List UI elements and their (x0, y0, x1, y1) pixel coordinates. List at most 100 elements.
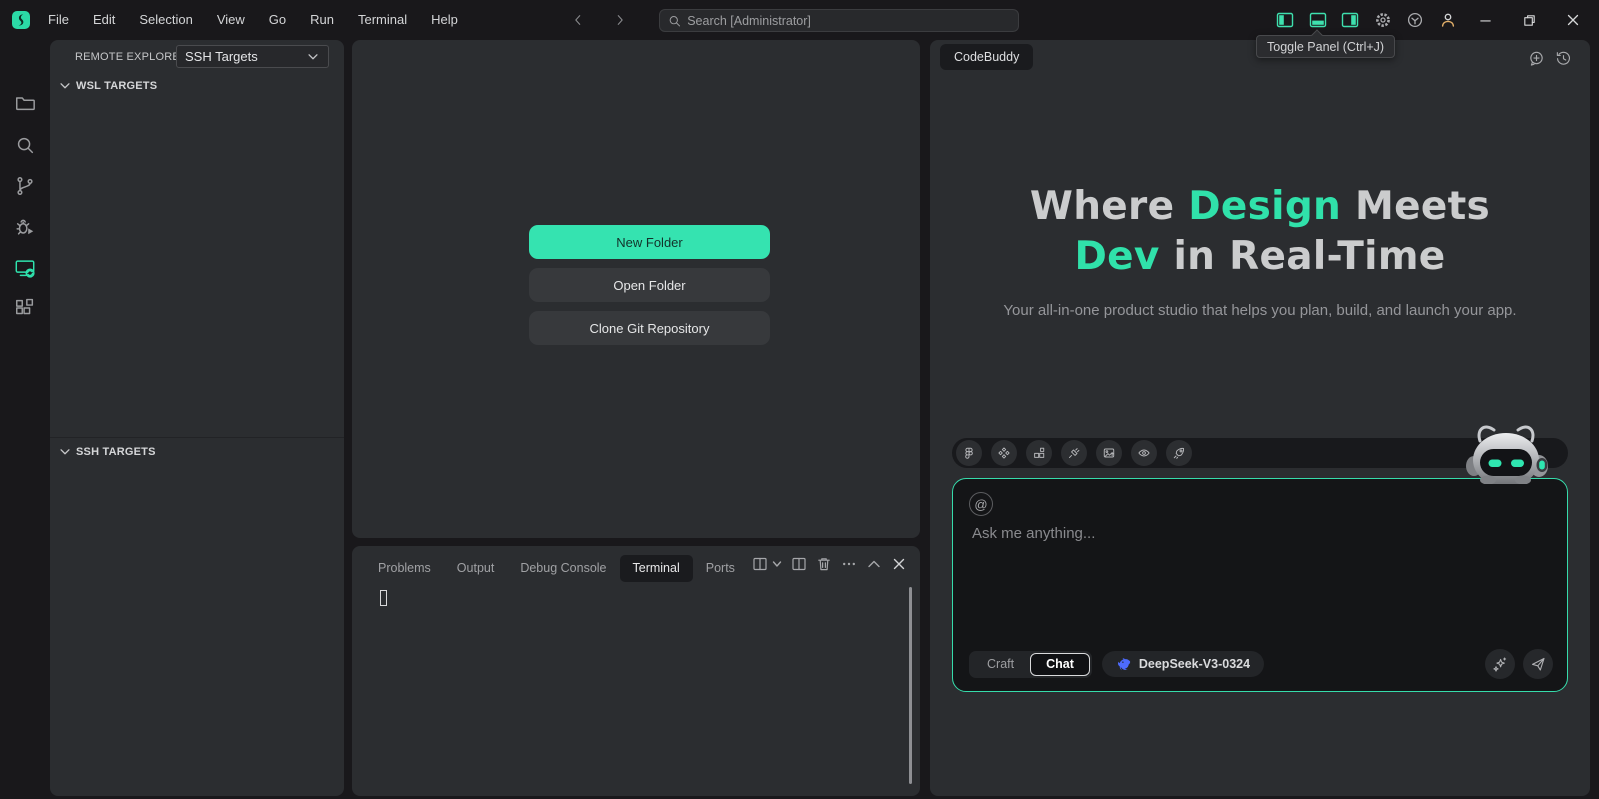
chevron-down-icon[interactable] (772, 559, 782, 569)
hero-subtitle: Your all-in-one product studio that help… (930, 302, 1590, 319)
heading-accent: Design (1188, 184, 1341, 229)
mention-at-button[interactable]: @ (969, 492, 993, 516)
menu-run[interactable]: Run (298, 0, 346, 40)
tab-debug-console[interactable]: Debug Console (507, 555, 619, 582)
section-label: SSH TARGETS (76, 446, 156, 458)
split-panel-icon[interactable] (791, 556, 807, 572)
command-center-search[interactable] (659, 9, 1019, 32)
hero: Where Design Meets Dev in Real-Time Your … (930, 182, 1590, 319)
source-control-icon[interactable] (14, 175, 36, 197)
open-folder-button[interactable]: Open Folder (529, 268, 770, 302)
chat-input[interactable] (972, 525, 1532, 542)
connector-icon[interactable] (1061, 440, 1087, 466)
remote-type-dropdown[interactable]: SSH Targets (176, 45, 329, 68)
mode-chat-button[interactable]: Chat (1030, 653, 1090, 676)
sidebar-title: REMOTE EXPLORER (75, 51, 188, 63)
menu-edit[interactable]: Edit (81, 0, 127, 40)
restore-icon[interactable] (1512, 0, 1546, 40)
history-icon[interactable] (1555, 50, 1572, 67)
minimize-icon[interactable] (1468, 0, 1502, 40)
deploy-rocket-icon[interactable] (1166, 440, 1192, 466)
search-input[interactable] (687, 14, 1010, 28)
close-panel-icon[interactable] (891, 556, 907, 572)
heading-text: in Real-Time (1160, 234, 1446, 279)
new-folder-button[interactable]: New Folder (529, 225, 770, 259)
mode-craft-button[interactable]: Craft (971, 653, 1030, 676)
titlebar: File Edit Selection View Go Run Terminal… (0, 0, 1599, 40)
components-icon[interactable] (991, 440, 1017, 466)
split-terminal-icon[interactable] (752, 556, 768, 572)
tab-ports[interactable]: Ports (693, 555, 748, 582)
codebuddy-header-actions (1528, 50, 1572, 67)
menu-terminal[interactable]: Terminal (346, 0, 419, 40)
close-window-icon[interactable] (1556, 0, 1590, 40)
codebuddy-panel: CodeBuddy Where Design Meets Dev in Real-… (930, 40, 1590, 796)
remote-explorer-icon[interactable] (14, 257, 36, 279)
chevron-down-icon (306, 50, 320, 64)
tooltip: Toggle Panel (Ctrl+J) (1256, 35, 1395, 58)
menu-selection[interactable]: Selection (127, 0, 204, 40)
kill-terminal-trash-icon[interactable] (816, 556, 832, 572)
search-sidebar-icon[interactable] (14, 134, 36, 156)
chat-input-card[interactable]: @ Craft Chat DeepSeek-V3-0324 (952, 478, 1568, 692)
menu-go[interactable]: Go (257, 0, 298, 40)
menu-view[interactable]: View (205, 0, 257, 40)
account-person-icon[interactable] (1439, 11, 1457, 29)
toggle-panel-icon[interactable] (1309, 11, 1327, 29)
navigate-forward-icon[interactable] (608, 8, 632, 32)
terminal-cursor (380, 590, 387, 606)
panel-tabs: Problems Output Debug Console Terminal P… (365, 555, 748, 582)
remote-explorer-sidebar: REMOTE EXPLORER SSH Targets WSL TARGETS … (50, 40, 344, 796)
section-wsl-targets[interactable]: WSL TARGETS (58, 76, 338, 96)
deepseek-icon (1116, 656, 1132, 672)
robot-mascot (1450, 422, 1562, 484)
more-actions-icon[interactable] (841, 556, 857, 572)
image-upload-icon[interactable] (1096, 440, 1122, 466)
editor-welcome-area: New Folder Open Folder Clone Git Reposit… (352, 40, 920, 538)
figma-icon[interactable] (956, 440, 982, 466)
toggle-sidebar-icon[interactable] (1276, 11, 1294, 29)
browser-shield-icon[interactable] (1406, 11, 1424, 29)
enhance-sparkles-button[interactable] (1485, 649, 1515, 679)
menu-file[interactable]: File (36, 0, 81, 40)
hero-heading: Where Design Meets Dev in Real-Time (930, 182, 1590, 282)
window-controls (1468, 0, 1599, 40)
navigate-back-icon[interactable] (566, 8, 590, 32)
tab-terminal[interactable]: Terminal (620, 555, 693, 582)
history-navigation (566, 0, 632, 40)
send-button[interactable] (1523, 649, 1553, 679)
menubar: File Edit Selection View Go Run Terminal… (36, 0, 470, 40)
search-icon (668, 14, 681, 28)
extensions-icon[interactable] (14, 297, 36, 319)
blocks-icon[interactable] (1026, 440, 1052, 466)
explorer-folder-icon[interactable] (14, 92, 36, 114)
preview-eye-icon[interactable] (1131, 440, 1157, 466)
menu-help[interactable]: Help (419, 0, 470, 40)
section-ssh-targets[interactable]: SSH TARGETS (58, 442, 338, 462)
welcome-actions: New Folder Open Folder Clone Git Reposit… (529, 225, 770, 345)
layout-controls (1276, 11, 1457, 29)
codebuddy-tab[interactable]: CodeBuddy (940, 44, 1033, 70)
new-chat-icon[interactable] (1528, 50, 1545, 67)
terminal-scrollbar[interactable] (909, 587, 912, 784)
panel-actions (752, 556, 907, 572)
bottom-panel: Problems Output Debug Console Terminal P… (352, 546, 920, 796)
app-logo-icon[interactable] (11, 10, 31, 30)
toggle-secondary-sidebar-icon[interactable] (1341, 11, 1359, 29)
settings-gear-icon[interactable] (1374, 11, 1392, 29)
heading-text: Where (1030, 184, 1188, 229)
run-debug-icon[interactable] (14, 216, 36, 238)
maximize-panel-icon[interactable] (866, 556, 882, 572)
dropdown-value: SSH Targets (185, 49, 258, 64)
clone-git-repository-button[interactable]: Clone Git Repository (529, 311, 770, 345)
tab-output[interactable]: Output (444, 555, 508, 582)
chevron-down-icon (58, 79, 72, 93)
terminal-content[interactable] (352, 586, 920, 796)
model-selector[interactable]: DeepSeek-V3-0324 (1102, 651, 1264, 677)
tab-problems[interactable]: Problems (365, 555, 444, 582)
activity-bar (0, 40, 50, 799)
heading-text: Meets (1341, 184, 1490, 229)
tooltip-text: Toggle Panel (Ctrl+J) (1267, 40, 1384, 54)
heading-accent: Dev (1074, 234, 1159, 279)
model-name: DeepSeek-V3-0324 (1139, 657, 1250, 671)
